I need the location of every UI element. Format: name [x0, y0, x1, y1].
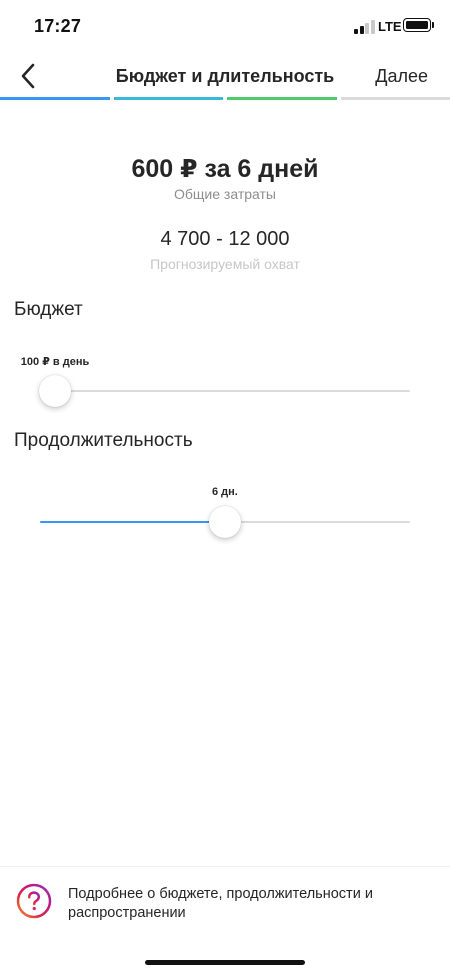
signal-bar [370, 20, 375, 34]
next-button[interactable]: Далее [375, 66, 428, 87]
total-cost: 600 ₽ за 6 дней [131, 155, 319, 183]
signal-bar [359, 26, 364, 34]
duration-value-label: 6 дн. [212, 486, 238, 498]
progress-step-2 [113, 97, 223, 100]
network-type: LTE [378, 19, 402, 34]
progress-step-3 [227, 97, 337, 100]
estimated-reach-caption: Прогнозируемый охват [150, 256, 300, 272]
battery-tip [432, 22, 434, 28]
duration-slider[interactable] [40, 502, 410, 542]
question-circle-icon [16, 883, 52, 919]
help-link-text: Подробнее о бюджете, продолжительности и… [68, 886, 373, 921]
home-indicator [145, 960, 305, 965]
budget-slider-track [40, 390, 410, 392]
duration-title: Продолжительность [14, 430, 193, 451]
progress-step-4 [340, 97, 450, 100]
progress-step-1 [0, 97, 110, 100]
budget-value-label: 100 ₽ в день [20, 356, 90, 368]
duration-slider-thumb[interactable] [209, 506, 241, 538]
battery-icon [403, 18, 431, 32]
step-progress [0, 97, 450, 100]
budget-title: Бюджет [14, 299, 83, 320]
help-link[interactable]: Подробнее о бюджете, продолжительности и… [0, 867, 450, 937]
budget-slider-thumb[interactable] [38, 375, 71, 407]
battery-level [406, 21, 428, 29]
nav-bar: Бюджет и длительность Далее [0, 52, 450, 100]
signal-strength-icon [354, 20, 376, 34]
status-bar: 17:27 LTE [0, 0, 450, 52]
duration-slider-fill [40, 521, 225, 523]
total-cost-caption: Общие затраты [174, 186, 276, 202]
signal-bar [354, 29, 358, 34]
budget-slider[interactable] [38, 371, 410, 411]
estimated-reach: 4 700 - 12 000 [160, 228, 290, 250]
signal-bar [365, 23, 369, 34]
status-time: 17:27 [34, 16, 82, 36]
